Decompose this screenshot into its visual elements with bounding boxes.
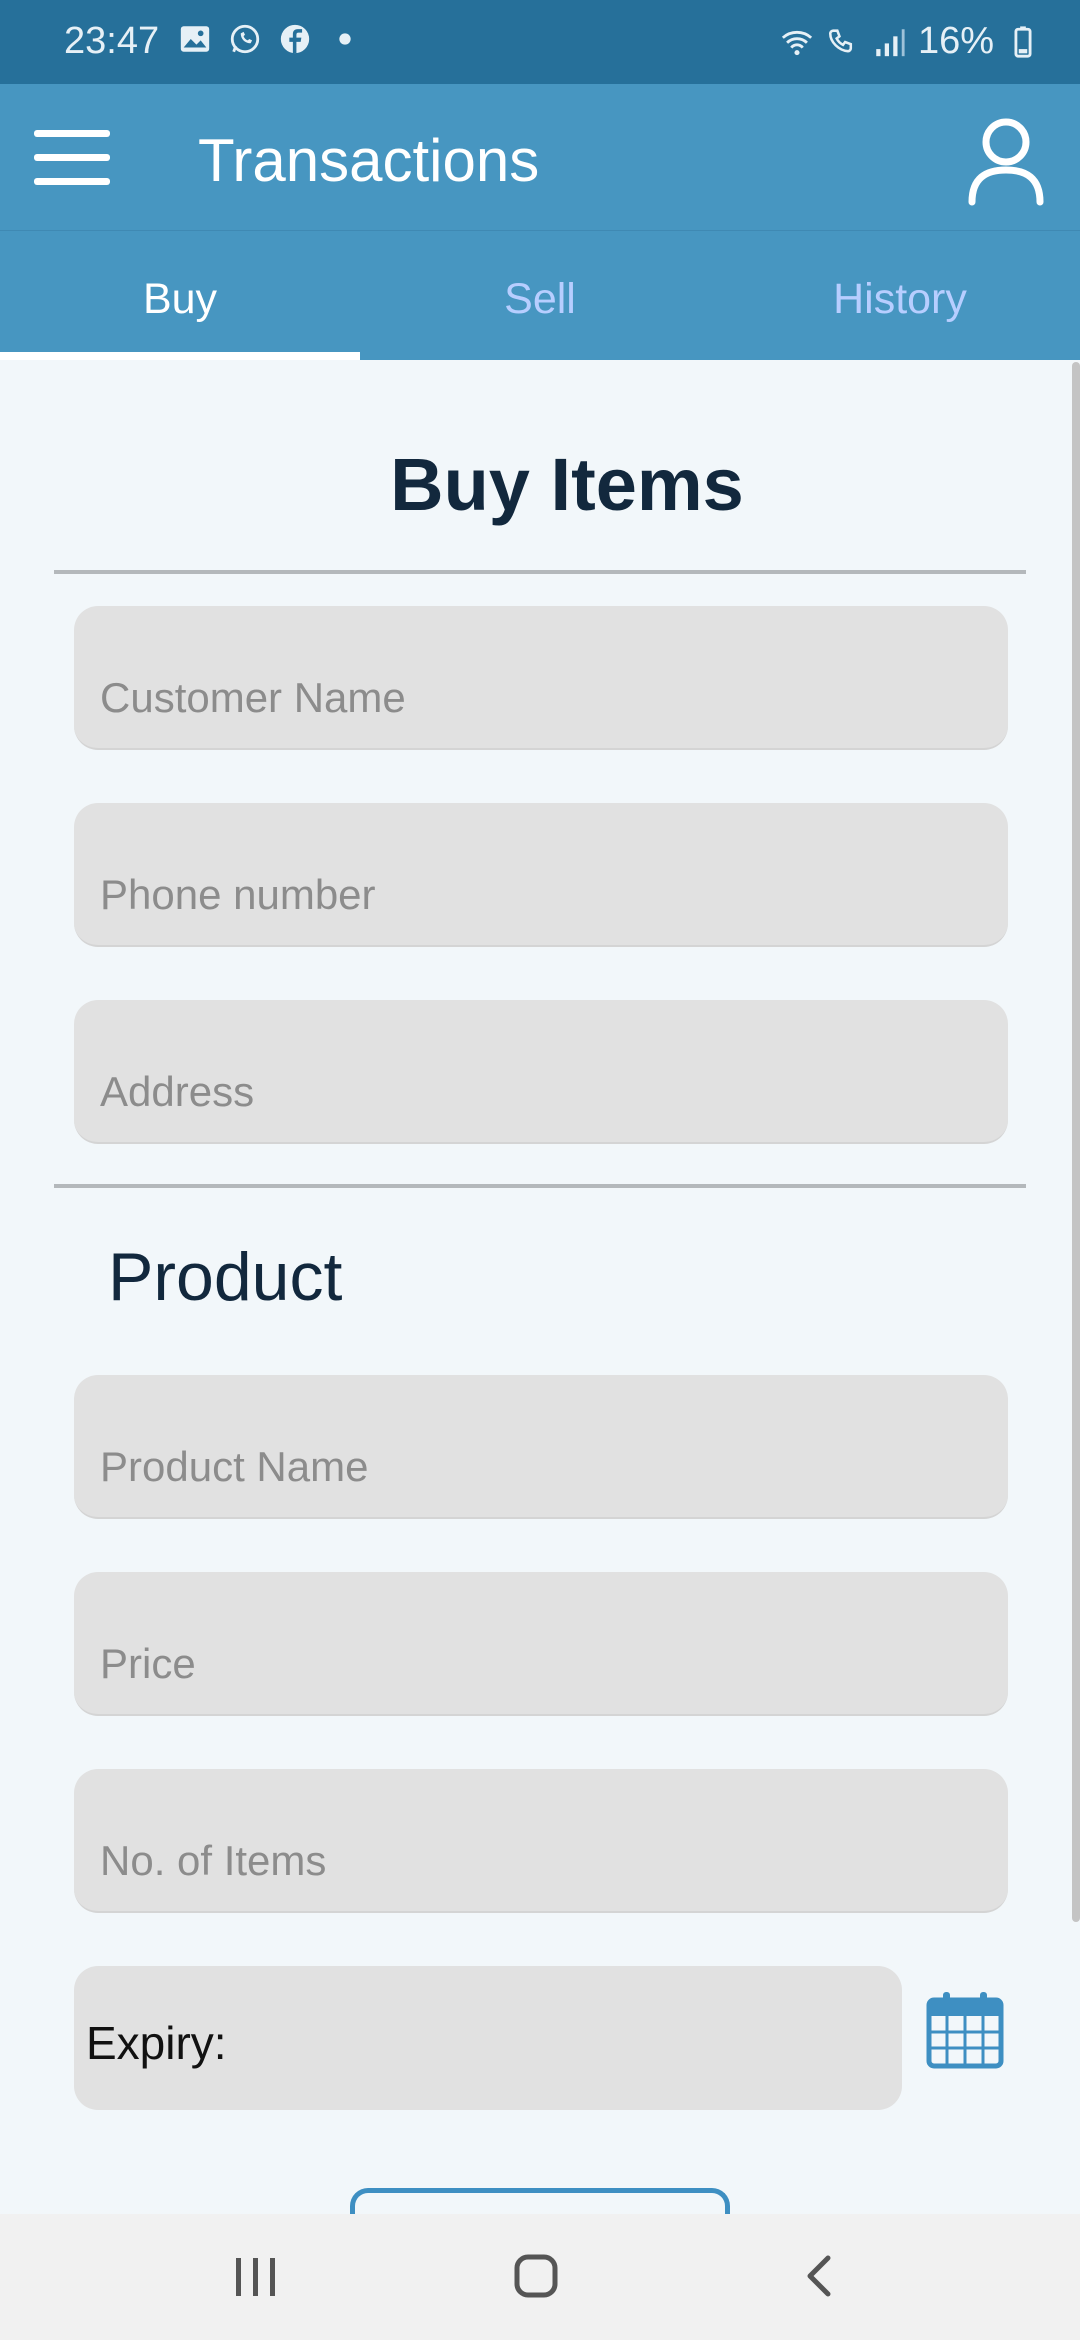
address-placeholder: Address: [100, 1068, 255, 1115]
gallery-icon: [180, 26, 210, 52]
wifi-calling-icon: [828, 28, 853, 52]
divider: [54, 1184, 1026, 1188]
address-input[interactable]: Address: [74, 1000, 1008, 1144]
app-bar: Transactions: [0, 84, 1080, 230]
active-tab-indicator: [0, 352, 360, 360]
hamburger-menu-icon[interactable]: [32, 128, 112, 188]
tab-bar: Buy Sell History: [0, 230, 1080, 360]
expiry-date-field[interactable]: Expiry:: [74, 1966, 902, 2110]
calendar-icon[interactable]: [926, 1990, 1004, 2070]
tab-history[interactable]: History: [720, 231, 1080, 361]
product-section-title: Product: [108, 1239, 343, 1315]
battery-percent: 16%: [917, 20, 994, 62]
phone-number-input[interactable]: Phone number: [74, 803, 1008, 947]
tab-buy[interactable]: Buy: [0, 231, 360, 361]
dot-icon: [339, 33, 351, 45]
profile-icon[interactable]: [966, 116, 1046, 206]
home-icon[interactable]: [496, 2244, 576, 2308]
system-nav-bar: [0, 2214, 1080, 2340]
signal-icon: [876, 28, 905, 56]
price-placeholder: Price: [100, 1640, 196, 1687]
form-heading: Buy Items: [390, 443, 744, 526]
scrollbar[interactable]: [1072, 362, 1080, 1922]
divider: [54, 570, 1026, 574]
expiry-label: Expiry:: [86, 2017, 227, 2069]
status-bar: 23:47 16%: [0, 0, 1080, 84]
recent-apps-icon[interactable]: [216, 2244, 296, 2308]
facebook-icon: [280, 24, 310, 54]
customer-name-placeholder: Customer Name: [100, 674, 406, 721]
phone-number-placeholder: Phone number: [100, 871, 376, 918]
notification-icons: [178, 22, 362, 56]
submit-button[interactable]: [350, 2188, 730, 2214]
wifi-icon: [781, 30, 813, 55]
customer-name-input[interactable]: Customer Name: [74, 606, 1008, 750]
battery-icon: [1014, 25, 1032, 58]
product-name-input[interactable]: Product Name: [74, 1375, 1008, 1519]
status-time: 23:47: [64, 20, 160, 62]
system-icons: 16%: [780, 20, 1040, 63]
back-icon[interactable]: [778, 2244, 858, 2308]
product-name-placeholder: Product Name: [100, 1443, 369, 1490]
whatsapp-icon: [230, 24, 260, 54]
buy-form: Buy Items Customer Name Phone number Add…: [0, 360, 1080, 2214]
price-input[interactable]: Price: [74, 1572, 1008, 1716]
tab-sell[interactable]: Sell: [360, 231, 720, 361]
item-count-input[interactable]: No. of Items: [74, 1769, 1008, 1913]
page-title: Transactions: [198, 127, 540, 194]
item-count-placeholder: No. of Items: [100, 1837, 327, 1884]
